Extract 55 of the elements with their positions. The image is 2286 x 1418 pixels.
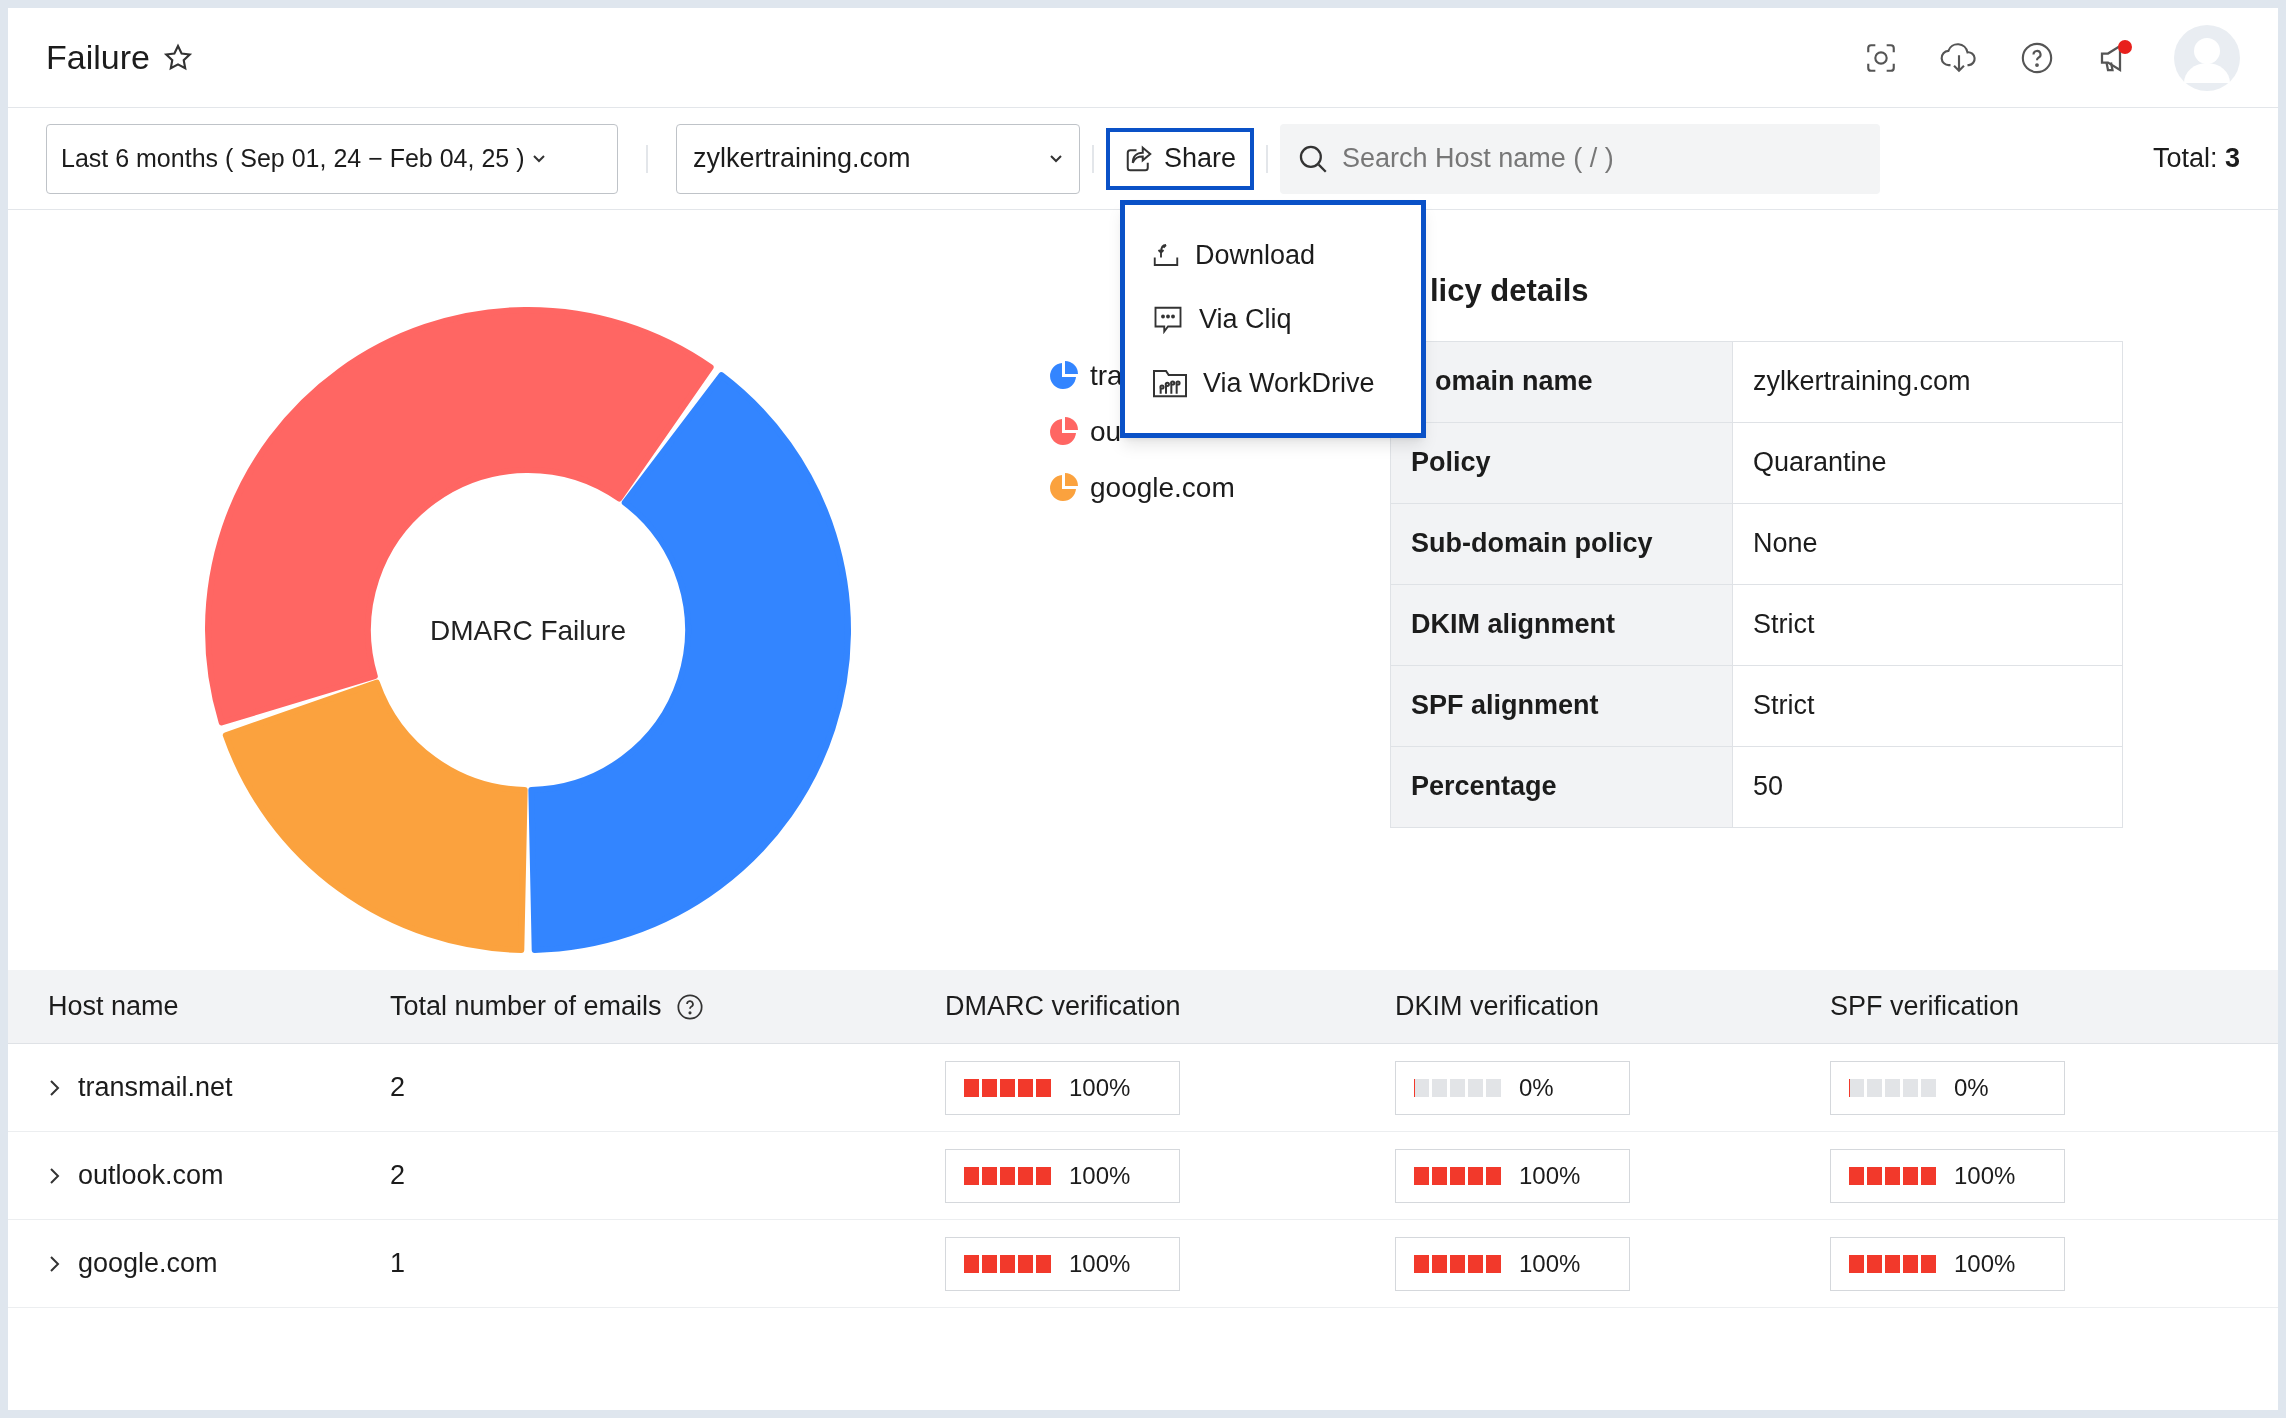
legend-label[interactable]: google.com (1090, 467, 1235, 509)
chevron-right-icon[interactable] (48, 1077, 62, 1098)
meter-reading: 100% (1519, 1248, 1581, 1279)
help-icon[interactable] (675, 992, 704, 1021)
meter-reading: 100% (1519, 1160, 1581, 1191)
help-icon[interactable] (2020, 40, 2054, 75)
policy-value: Strict (1732, 665, 2123, 746)
column-header: SPF verification (1830, 990, 2020, 1024)
share-button[interactable]: Share (1106, 127, 1255, 190)
policy-value: 50 (1732, 746, 2123, 827)
policy-value: None (1732, 503, 2123, 584)
meter-reading: 0% (1954, 1072, 1989, 1103)
policy-value: Quarantine (1732, 422, 2123, 503)
meter-reading: 100% (1069, 1072, 1131, 1103)
total-count: Total: 3 (2152, 142, 2240, 176)
email-count: 2 (390, 1072, 406, 1103)
date-range-dropdown[interactable]: Last 6 months ( Sep 01, 24 − Feb 04, 25 ) (46, 123, 618, 194)
menu-item[interactable]: Download (1125, 223, 1421, 287)
policy-label: Policy (1390, 422, 1733, 503)
policy-value: zylkertraining.com (1732, 341, 2123, 422)
share-icon (1124, 143, 1154, 174)
host-name: transmail.net (78, 1071, 233, 1105)
column-header: DKIM verification (1395, 990, 1600, 1024)
section-heading: licy details (1429, 272, 1590, 310)
page-title: Failure (46, 37, 150, 78)
donut-slice[interactable] (222, 679, 528, 953)
meter-reading: 100% (1069, 1160, 1131, 1191)
column-header: DMARC verification (945, 990, 1181, 1024)
email-count: 1 (390, 1248, 406, 1279)
chevron-right-icon[interactable] (48, 1165, 62, 1186)
policy-label: SPF alignment (1390, 665, 1733, 746)
chevron-down-icon (1049, 153, 1063, 164)
policy-label: Percentage (1390, 746, 1733, 827)
cloud-download-icon[interactable] (1940, 40, 1978, 75)
column-header: Host name (48, 990, 179, 1024)
email-count: 2 (390, 1160, 406, 1191)
meter-reading: 0% (1519, 1072, 1554, 1103)
chevron-right-icon[interactable] (48, 1253, 62, 1274)
host-name: outlook.com (78, 1159, 224, 1193)
folder-icon (1151, 367, 1189, 399)
legend-label[interactable]: ou (1090, 411, 1122, 453)
policy-label: Sub-domain policy (1390, 503, 1733, 584)
search-field[interactable]: Search Host name ( / ) (1280, 123, 1881, 194)
column-header: Total number of emails (390, 990, 662, 1024)
meter-reading: 100% (1069, 1248, 1131, 1279)
meter-reading: 100% (1954, 1248, 2016, 1279)
domain-dropdown[interactable]: zylkertraining.com (676, 123, 1080, 194)
host-name: google.com (78, 1247, 218, 1281)
meter-reading: 100% (1954, 1160, 2016, 1191)
chevron-down-icon (532, 153, 547, 164)
policy-label: DKIM alignment (1390, 584, 1733, 665)
legend-label[interactable]: tra (1090, 355, 1123, 397)
donut-slice[interactable] (205, 307, 714, 726)
chart-center-label: DMARC Failure (430, 615, 626, 646)
policy-value: Strict (1732, 584, 2123, 665)
